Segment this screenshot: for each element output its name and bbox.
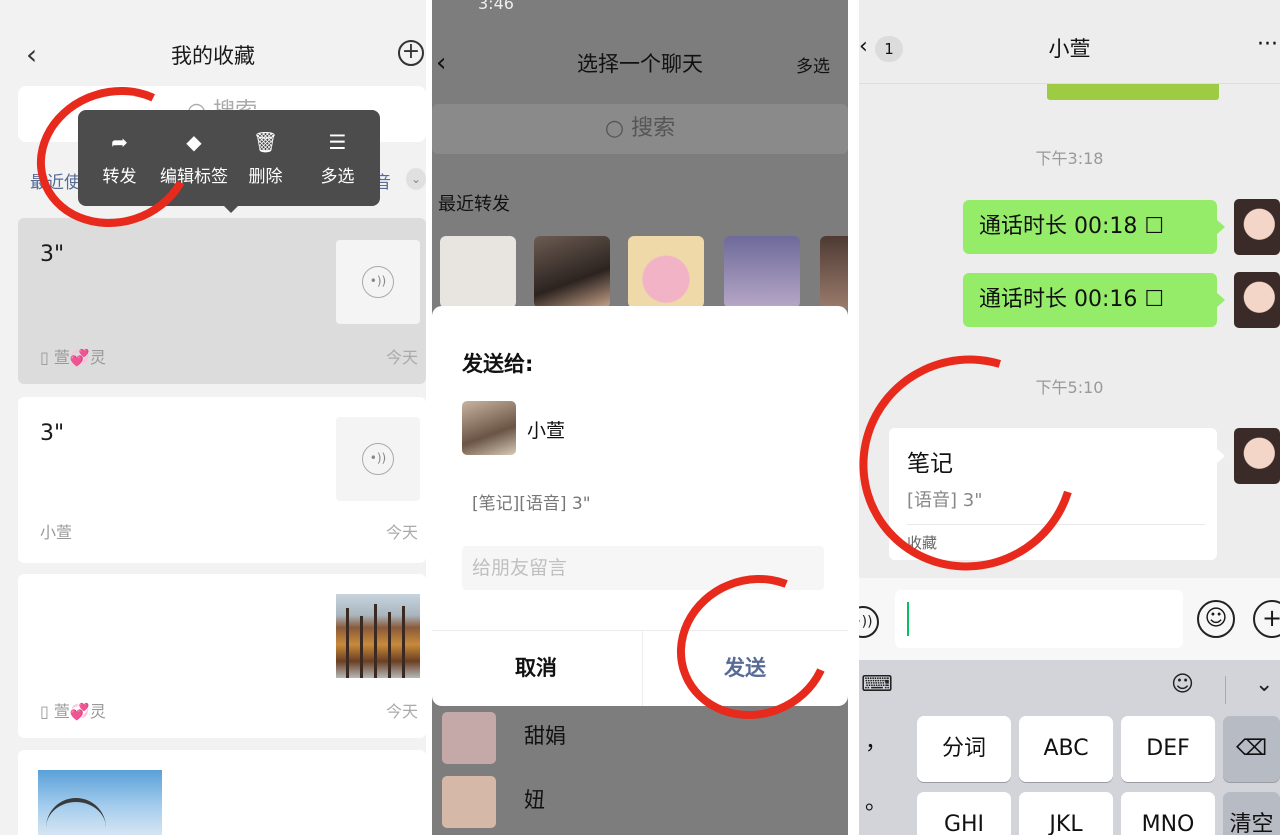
backspace-icon: ⌫: [1235, 736, 1268, 761]
message-input[interactable]: 给朋友留言: [462, 546, 824, 590]
card-source-text: 萱💞灵: [53, 702, 106, 721]
emoji-icon[interactable]: ☺: [1171, 672, 1194, 697]
select-chat-panel: 3:46 ‹ 选择一个聊天 多选 ○ 搜索 最近转发 甜娟 妞 发送给: 小萱 …: [432, 0, 848, 835]
trash-icon: 🗑: [252, 130, 279, 154]
send-to-label: 发送给:: [462, 352, 534, 376]
chat-title: 小萱: [1048, 37, 1091, 61]
clear-key[interactable]: 清空: [1223, 792, 1280, 835]
chat-panel: ‹ 1 小萱 ··· 下午3:18 通话时长 00:18 ☐ 通话时长 00:1…: [859, 0, 1280, 835]
note-subtitle: [语音] 3": [907, 490, 983, 511]
recipient-name: 小萱: [527, 420, 566, 442]
card-source: 小萱: [40, 523, 73, 542]
filter-recent[interactable]: 最近使: [30, 168, 81, 193]
more-icon[interactable]: ···: [1257, 32, 1278, 57]
recent-avatar[interactable]: [534, 236, 610, 308]
menu-edit-tag[interactable]: ◆ 编辑标签: [154, 110, 234, 206]
multi-select-button[interactable]: 多选: [796, 52, 830, 77]
menu-arrow: [222, 204, 240, 213]
key-period[interactable]: 。: [865, 784, 887, 816]
card-source-text: 萱💞灵: [53, 348, 106, 367]
card-title: 3": [40, 421, 65, 446]
menu-forward[interactable]: ➦ 转发: [82, 110, 157, 206]
message-preview: [笔记][语音] 3": [472, 494, 591, 514]
menu-edit-tag-label: 编辑标签: [160, 167, 228, 187]
chevron-down-icon[interactable]: ⌄: [1255, 672, 1273, 697]
recent-avatar[interactable]: [724, 236, 800, 308]
favorites-panel: ‹ 我的收藏 + ○ 搜索 最近使 音 ⌄ 3" •)) ▯ 萱💞灵 今天 3"…: [0, 0, 426, 835]
contact-name: 妞: [524, 788, 545, 812]
recent-avatar[interactable]: [820, 236, 848, 308]
avatar[interactable]: [1234, 272, 1280, 328]
avatar[interactable]: [1234, 199, 1280, 255]
favorite-card[interactable]: ▯ 萱💞灵 今天: [18, 574, 426, 738]
search-input[interactable]: ○ 搜索: [432, 104, 848, 154]
recent-avatar[interactable]: [440, 236, 516, 308]
favorite-card[interactable]: 3" •)) 小萱 今天: [18, 397, 426, 563]
message-fragment: [1047, 84, 1219, 100]
menu-delete[interactable]: 🗑 删除: [228, 110, 303, 206]
forest-image: [336, 594, 420, 678]
note-title: 笔记: [907, 451, 953, 477]
contact-name: 甜娟: [524, 724, 566, 748]
forward-icon: ➦: [111, 130, 128, 154]
voice-thumbnail: •)): [336, 417, 420, 501]
send-button[interactable]: 发送: [642, 630, 848, 706]
search-icon: ○: [604, 116, 632, 141]
card-date: 今天: [385, 348, 418, 367]
key-comma[interactable]: ，: [865, 724, 887, 756]
card-source: ▯ 萱💞灵: [40, 702, 106, 721]
building-image: [38, 770, 162, 835]
backspace-key[interactable]: ⌫: [1223, 716, 1280, 782]
toolbar-divider: [1225, 676, 1226, 704]
recent-avatar[interactable]: [628, 236, 704, 308]
timestamp: 下午5:10: [1035, 378, 1104, 397]
voice-icon: •)): [362, 443, 394, 475]
voice-thumbnail: •)): [336, 240, 420, 324]
card-title: 3": [40, 242, 65, 267]
context-menu: ➦ 转发 ◆ 编辑标签 🗑 删除 ☰ 多选: [78, 110, 380, 206]
contact-row[interactable]: 妞: [432, 766, 848, 835]
list-icon: ☰: [328, 130, 347, 154]
call-bubble[interactable]: 通话时长 00:16 ☐: [963, 273, 1225, 327]
contact-avatar: [442, 712, 496, 764]
call-bubble[interactable]: 通话时长 00:18 ☐: [963, 200, 1225, 254]
send-dialog: 发送给: 小萱 [笔记][语音] 3" 给朋友留言 取消 发送: [432, 306, 848, 706]
add-icon[interactable]: +: [398, 40, 424, 66]
key-ghi[interactable]: GHI: [917, 792, 1011, 835]
card-date: 今天: [385, 702, 418, 721]
message-input[interactable]: [895, 590, 1183, 648]
note-message[interactable]: 笔记 [语音] 3" 收藏: [889, 428, 1225, 560]
key-jkl[interactable]: JKL: [1019, 792, 1113, 835]
key-split[interactable]: 分词: [917, 716, 1011, 782]
voice-icon: •)): [362, 266, 394, 298]
menu-delete-label: 删除: [248, 167, 283, 187]
page-title: 我的收藏: [171, 44, 255, 68]
status-time: 3:46: [478, 0, 514, 13]
menu-multi[interactable]: ☰ 多选: [300, 110, 375, 206]
text-caret: [907, 602, 909, 636]
chevron-down-icon[interactable]: ⌄: [406, 168, 426, 190]
search-placeholder: 搜索: [631, 116, 676, 141]
card-date: 今天: [385, 523, 418, 542]
key-mno[interactable]: MNO: [1121, 792, 1215, 835]
note-divider: [907, 524, 1205, 525]
tag-icon: ◆: [186, 130, 202, 154]
emoji-icon[interactable]: ☺: [1197, 600, 1235, 638]
key-abc[interactable]: ABC: [1019, 716, 1113, 782]
keyboard-settings-icon[interactable]: ⌨: [861, 672, 893, 697]
avatar[interactable]: [1234, 428, 1280, 484]
key-def[interactable]: DEF: [1121, 716, 1215, 782]
menu-forward-label: 转发: [102, 167, 137, 187]
note-source: 收藏: [907, 534, 938, 552]
contact-row[interactable]: 甜娟: [432, 702, 848, 772]
favorite-card[interactable]: 3" •)) ▯ 萱💞灵 今天: [18, 218, 426, 384]
contact-avatar: [442, 776, 496, 828]
recent-forward-label: 最近转发: [438, 194, 510, 215]
menu-multi-label: 多选: [320, 167, 355, 187]
cancel-button[interactable]: 取消: [432, 630, 640, 706]
recipient-avatar: [462, 401, 516, 455]
page-title: 选择一个聊天: [577, 52, 703, 76]
timestamp: 下午3:18: [1035, 149, 1104, 168]
card-source: ▯ 萱💞灵: [40, 348, 106, 367]
